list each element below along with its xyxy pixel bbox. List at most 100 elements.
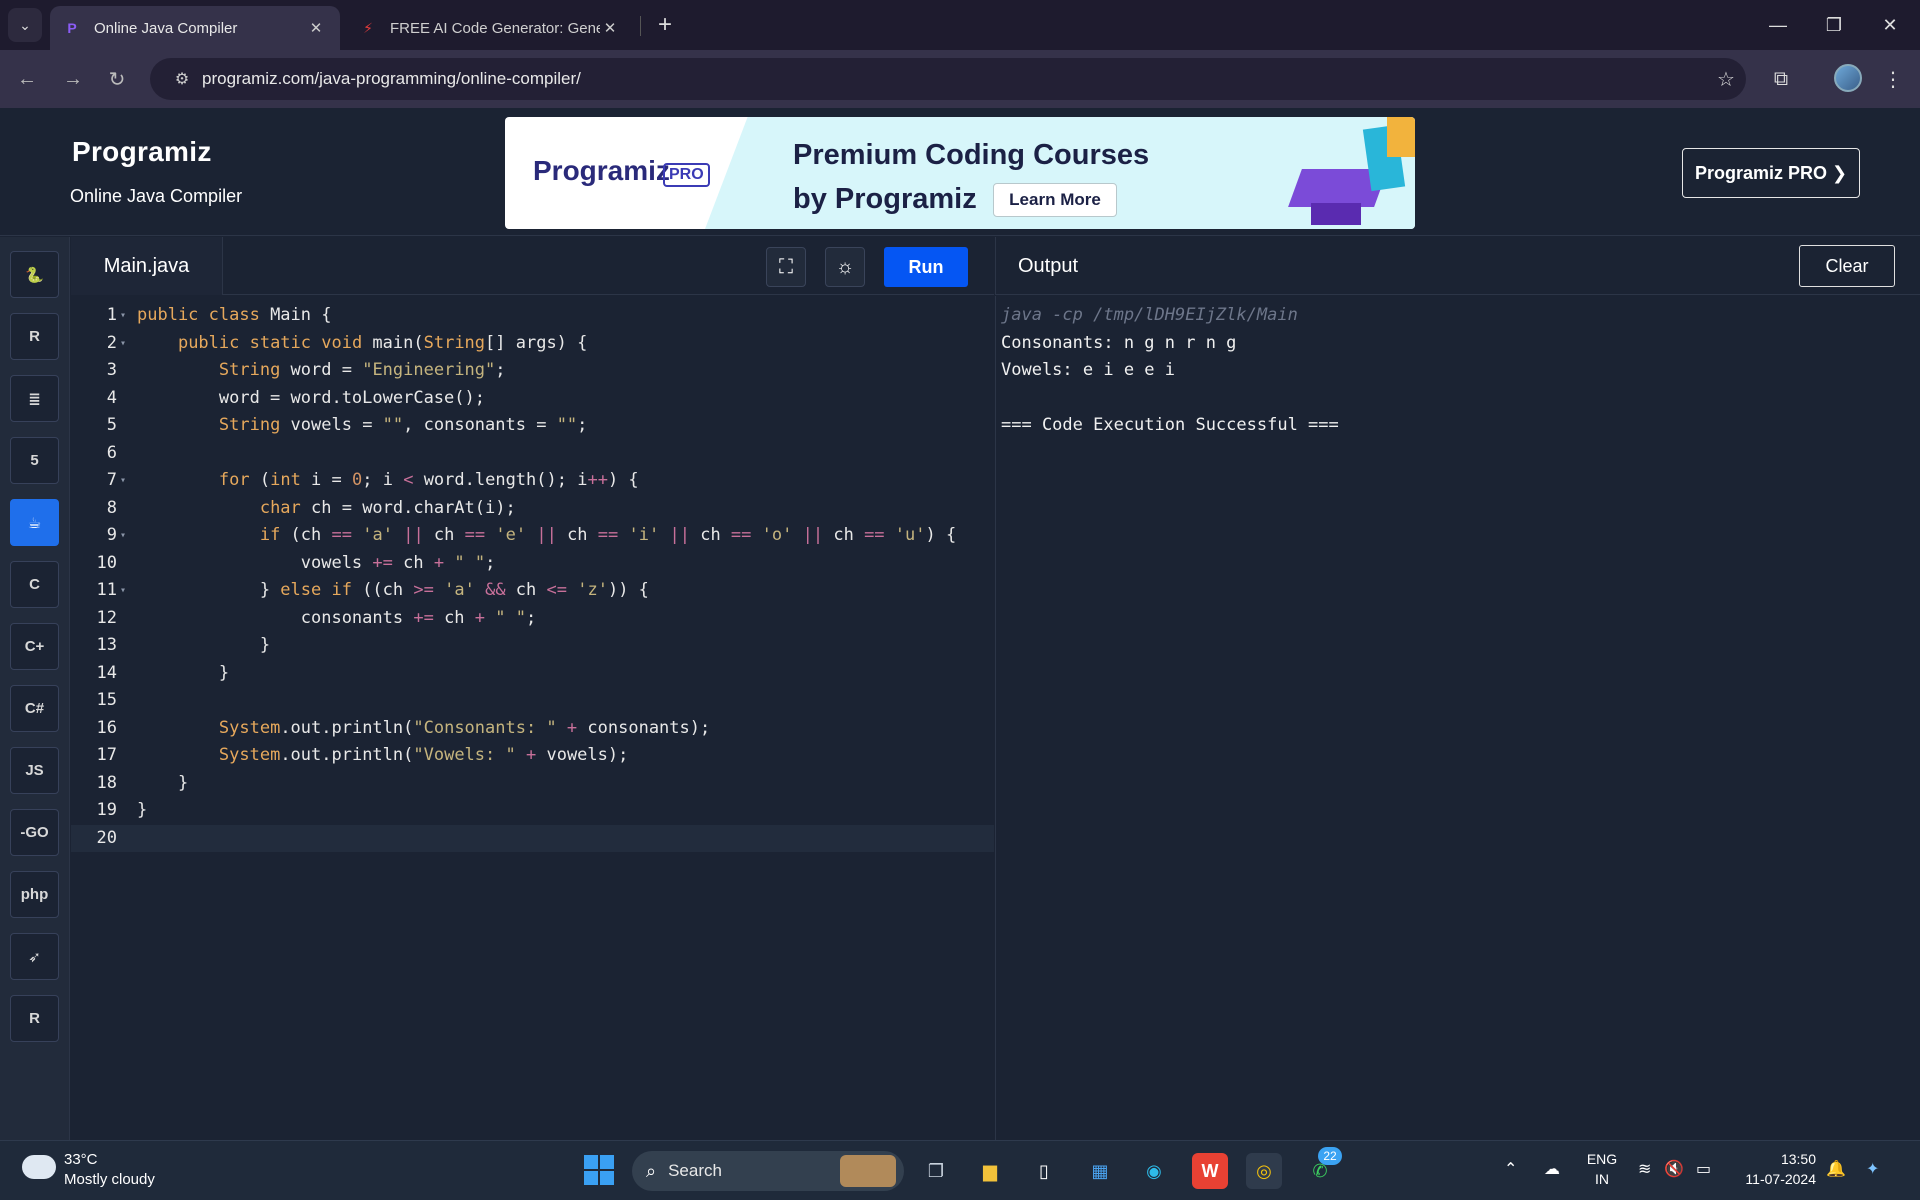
code-line[interactable]: 19}	[71, 797, 994, 824]
weather-description[interactable]: Mostly cloudy	[64, 1171, 155, 1188]
edge-browser-icon[interactable]: ◉	[1136, 1153, 1172, 1189]
windows-start-icon[interactable]	[584, 1155, 614, 1185]
line-number: 4	[106, 387, 117, 408]
bookmark-star-icon[interactable]: ☆	[1706, 67, 1746, 92]
reload-button[interactable]: ↻	[100, 62, 134, 96]
fold-toggle-icon[interactable]: ▾	[120, 577, 126, 604]
url-text[interactable]: programiz.com/java-programming/online-co…	[202, 69, 1706, 89]
weather-temperature[interactable]: 33°C	[64, 1151, 98, 1168]
restore-button[interactable]: ❐	[1806, 0, 1862, 50]
code-line[interactable]: 3 String word = "Engineering";	[71, 357, 994, 384]
language-html-button[interactable]: 5	[10, 437, 59, 484]
fullscreen-button[interactable]: ⛶	[766, 247, 806, 287]
language-r-button[interactable]: R	[10, 313, 59, 360]
code-line[interactable]: 6	[71, 440, 994, 467]
input-language-indicator[interactable]: ENG IN	[1584, 1149, 1620, 1189]
programiz-logo[interactable]: Programiz	[72, 136, 212, 168]
task-view-icon[interactable]: ❐	[918, 1153, 954, 1189]
learn-more-button[interactable]: Learn More	[993, 183, 1117, 217]
close-window-button[interactable]: ✕	[1862, 0, 1918, 50]
new-tab-button[interactable]: +	[650, 10, 680, 40]
banner-subheadline: by Programiz	[793, 183, 977, 215]
code-line[interactable]: 15	[71, 687, 994, 714]
close-tab-icon[interactable]: ✕	[306, 19, 326, 37]
code-line[interactable]: 5 String vowels = "", consonants = "";	[71, 412, 994, 439]
language-sidebar: 🐍 R ≣ 5 ☕ C C+ C# JS -GO php ➶ R	[0, 237, 70, 1140]
code-line[interactable]: 20	[71, 824, 994, 852]
file-tab-main-java[interactable]: Main.java	[71, 237, 223, 295]
language-sql-button[interactable]: ≣	[10, 375, 59, 422]
code-line[interactable]: 10 vowels += ch + " ";	[71, 550, 994, 577]
line-number: 9	[106, 525, 117, 545]
wps-office-icon[interactable]: W	[1192, 1153, 1228, 1189]
programiz-pro-button[interactable]: Programiz PRO ❯	[1682, 148, 1860, 198]
fold-toggle-icon[interactable]: ▾	[120, 522, 126, 549]
browser-menu-icon[interactable]: ⋮	[1876, 62, 1910, 96]
wifi-icon[interactable]: ≋	[1638, 1159, 1651, 1179]
extensions-icon[interactable]: ⧉	[1764, 62, 1798, 96]
theme-toggle-button[interactable]: ☼	[825, 247, 865, 287]
chrome-browser-icon[interactable]: ◎	[1246, 1153, 1282, 1189]
promo-banner[interactable]: Programiz PRO Premium Coding Courses by …	[505, 117, 1415, 229]
tab-search-button[interactable]: ⌄	[8, 8, 42, 42]
back-button[interactable]: ←	[10, 62, 44, 96]
close-tab-icon[interactable]: ✕	[600, 19, 620, 37]
code-editor[interactable]: 1 ▾ public class Main {2 ▾ public static vo…	[71, 296, 994, 1140]
fold-toggle-icon[interactable]: ▾	[120, 330, 126, 357]
notification-bell-icon[interactable]: 🔔	[1826, 1159, 1846, 1179]
minimize-button[interactable]: —	[1750, 0, 1806, 50]
region-code: IN	[1595, 1171, 1609, 1187]
language-go-button[interactable]: -GO	[10, 809, 59, 856]
code-line[interactable]: 13 }	[71, 632, 994, 659]
address-bar[interactable]: ⚙ programiz.com/java-programming/online-…	[150, 58, 1746, 100]
code-line[interactable]: 17 System.out.println("Vowels: " + vowel…	[71, 742, 994, 769]
output-console[interactable]: java -cp /tmp/lDH9EIjZlk/Main Consonants:…	[995, 296, 1920, 1140]
code-line[interactable]: 7 ▾ for (int i = 0; i < word.length(); i+…	[71, 467, 994, 494]
fullscreen-icon: ⛶	[779, 255, 793, 278]
tab-separator	[640, 16, 641, 36]
search-label: Search	[668, 1161, 722, 1180]
code-line[interactable]: 4 word = word.toLowerCase();	[71, 385, 994, 412]
code-line[interactable]: 14 }	[71, 660, 994, 687]
tab-online-java-compiler[interactable]: P Online Java Compiler ✕	[50, 6, 340, 50]
show-hidden-icons-chevron-icon[interactable]: ⌃	[1504, 1159, 1517, 1179]
fold-toggle-icon[interactable]: ▾	[120, 467, 126, 494]
language-csharp-button[interactable]: C#	[10, 685, 59, 732]
language-javascript-button[interactable]: JS	[10, 747, 59, 794]
clock-date: 11-07-2024	[1745, 1171, 1816, 1187]
cloud-icon[interactable]	[22, 1155, 56, 1179]
microsoft-store-icon[interactable]: ▦	[1082, 1153, 1118, 1189]
code-line[interactable]: 1 ▾ public class Main {	[71, 302, 994, 329]
code-line[interactable]: 12 consonants += ch + " ";	[71, 605, 994, 632]
line-number: 15	[96, 690, 117, 710]
code-line[interactable]: 9 ▾ if (ch == 'a' || ch == 'e' || ch == '…	[71, 522, 994, 549]
copilot-icon[interactable]: ✦	[1866, 1159, 1879, 1179]
profile-avatar[interactable]	[1834, 64, 1862, 92]
language-python-button[interactable]: 🐍	[10, 251, 59, 298]
language-java-button[interactable]: ☕	[10, 499, 59, 546]
tab-ai-code-generator[interactable]: ⚡ FREE AI Code Generator: Gener ✕	[346, 6, 634, 50]
battery-icon[interactable]: ▭	[1696, 1159, 1711, 1179]
code-line[interactable]: 16 System.out.println("Consonants: " + c…	[71, 715, 994, 742]
page-subtitle: Online Java Compiler	[70, 186, 243, 206]
language-rust-button[interactable]: R	[10, 995, 59, 1042]
code-line[interactable]: 18 }	[71, 770, 994, 797]
site-info-icon[interactable]: ⚙	[162, 69, 202, 89]
onedrive-icon[interactable]: ☁	[1544, 1159, 1560, 1179]
file-explorer-icon[interactable]: ▆	[972, 1153, 1008, 1189]
language-php-button[interactable]: php	[10, 871, 59, 918]
taskbar-search[interactable]: ⌕ Search	[632, 1151, 904, 1191]
notepad-icon[interactable]: ▯	[1026, 1153, 1062, 1189]
forward-button[interactable]: →	[56, 62, 90, 96]
volume-muted-icon[interactable]: 🔇	[1664, 1159, 1684, 1179]
run-button[interactable]: Run	[884, 247, 968, 287]
system-clock[interactable]: 13:50 11-07-2024	[1732, 1149, 1816, 1189]
language-cpp-button[interactable]: C+	[10, 623, 59, 670]
fold-toggle-icon[interactable]: ▾	[120, 302, 126, 329]
code-line[interactable]: 11 ▾ } else if ((ch >= 'a' && ch <= 'z'))…	[71, 577, 994, 604]
language-swift-button[interactable]: ➶	[10, 933, 59, 980]
code-line[interactable]: 2 ▾ public static void main(String[] args…	[71, 330, 994, 357]
language-c-button[interactable]: C	[10, 561, 59, 608]
clear-button[interactable]: Clear	[1799, 245, 1895, 287]
code-line[interactable]: 8 char ch = word.charAt(i);	[71, 495, 994, 522]
